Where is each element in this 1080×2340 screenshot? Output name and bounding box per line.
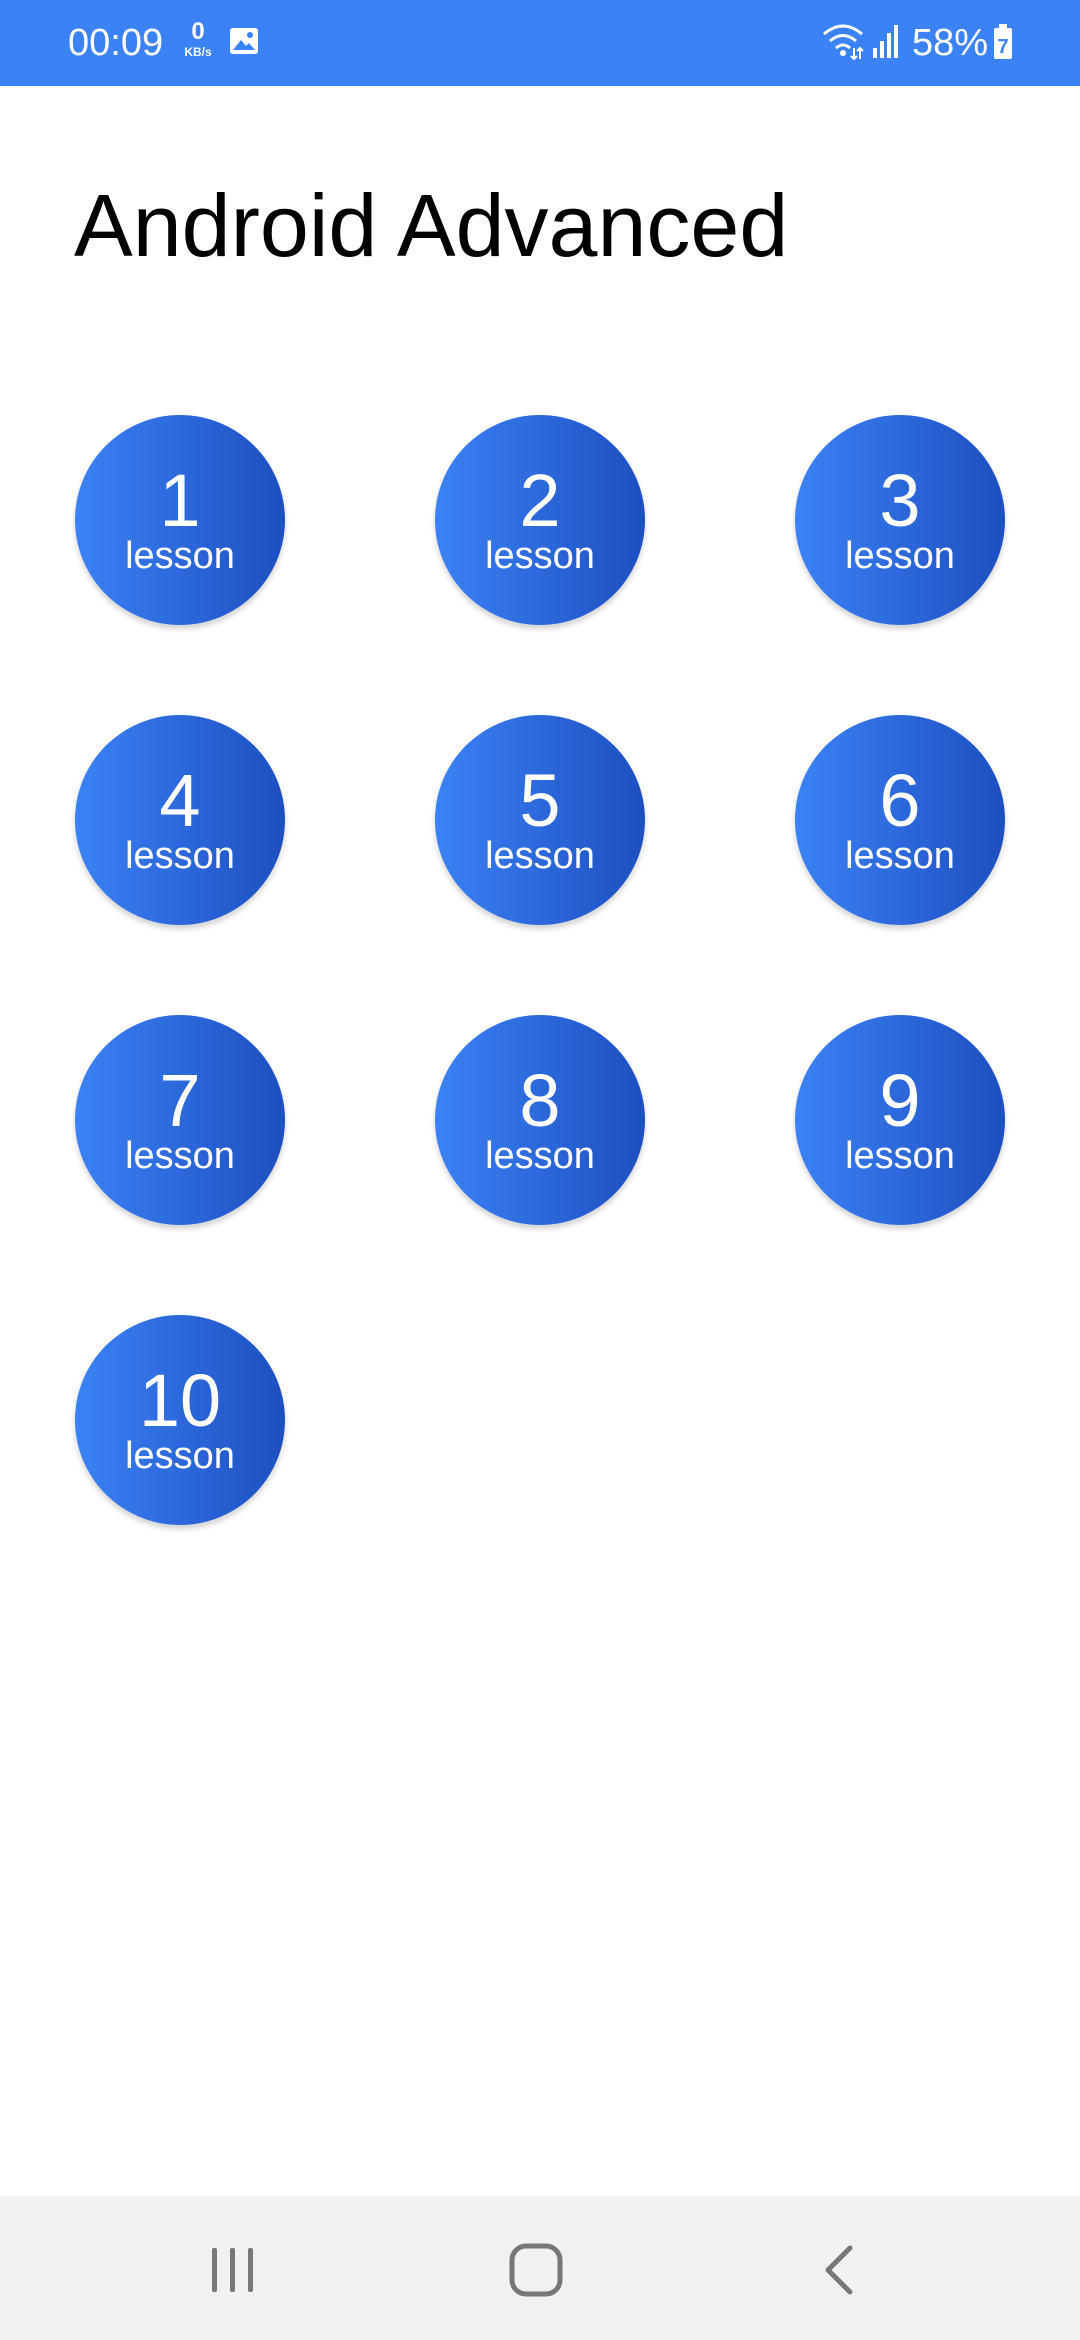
lesson-button[interactable]: 3 lesson: [795, 415, 1005, 625]
battery-icon: 7: [994, 24, 1012, 59]
lesson-label: lesson: [125, 535, 235, 577]
network-speed-unit: KB/s: [184, 45, 212, 59]
lesson-number: 1: [159, 459, 201, 542]
lesson-label: lesson: [125, 1135, 235, 1177]
lesson-label: lesson: [125, 1435, 235, 1477]
back-icon[interactable]: [820, 2244, 860, 2296]
lesson-number: 6: [879, 759, 921, 842]
battery-level-label: 7: [997, 36, 1008, 58]
lesson-button[interactable]: 2 lesson: [435, 415, 645, 625]
lesson-button[interactable]: 8 lesson: [435, 1015, 645, 1225]
lesson-label: lesson: [485, 1135, 595, 1177]
page-title: Android Advanced: [74, 176, 789, 275]
lesson-number: 10: [138, 1359, 222, 1442]
navigation-bar: [0, 2196, 1080, 2340]
lesson-button[interactable]: 10 lesson: [75, 1315, 285, 1525]
lesson-number: 9: [879, 1059, 921, 1142]
lesson-button[interactable]: 6 lesson: [795, 715, 1005, 925]
home-icon[interactable]: [508, 2242, 564, 2298]
lesson-number: 7: [159, 1059, 201, 1142]
network-speed-value: 0: [191, 18, 205, 45]
lesson-number: 8: [519, 1059, 561, 1142]
lesson-number: 5: [519, 759, 561, 842]
lesson-button[interactable]: 1 lesson: [75, 415, 285, 625]
lesson-number: 3: [879, 459, 921, 542]
status-bar: 00:09 0 KB/s 58% 7: [0, 0, 1080, 86]
lesson-label: lesson: [845, 835, 955, 877]
recents-icon[interactable]: [206, 2244, 260, 2296]
lesson-button[interactable]: 5 lesson: [435, 715, 645, 925]
lesson-button[interactable]: 7 lesson: [75, 1015, 285, 1225]
signal-icon: [873, 25, 898, 58]
battery-percent: 58%: [912, 22, 989, 64]
wifi-icon: [823, 24, 864, 60]
lesson-number: 2: [519, 459, 561, 542]
lesson-grid: 1 lesson 2 lesson 3 lesson 4 lesson 5 le…: [75, 415, 1005, 1525]
lesson-button[interactable]: 9 lesson: [795, 1015, 1005, 1225]
status-time: 00:09: [68, 22, 164, 64]
lesson-number: 4: [159, 759, 201, 842]
lesson-label: lesson: [485, 835, 595, 877]
lesson-label: lesson: [485, 535, 595, 577]
lesson-button[interactable]: 4 lesson: [75, 715, 285, 925]
lesson-label: lesson: [125, 835, 235, 877]
network-speed: 0 KB/s: [178, 18, 218, 59]
lesson-label: lesson: [845, 1135, 955, 1177]
lesson-label: lesson: [845, 535, 955, 577]
gallery-icon: [230, 28, 258, 54]
